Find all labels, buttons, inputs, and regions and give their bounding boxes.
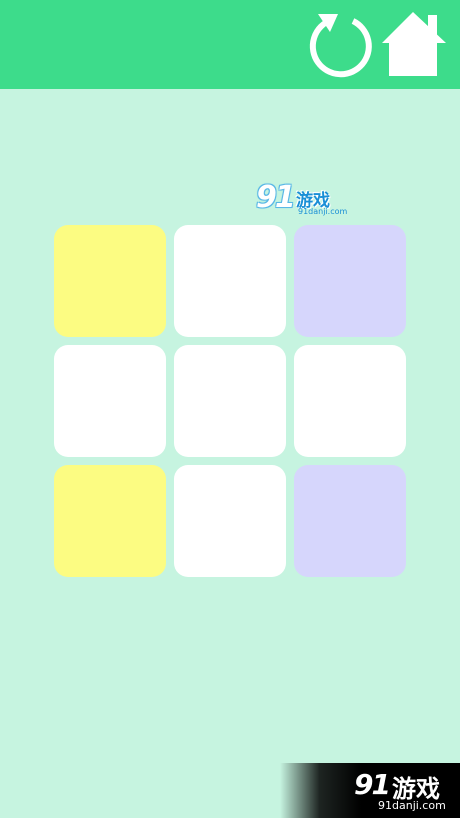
tile-r0-c2[interactable]: [294, 225, 406, 337]
top-bar: [0, 0, 460, 89]
tile-r1-c0[interactable]: [54, 345, 166, 457]
home-button[interactable]: [380, 6, 456, 82]
tile-r2-c0[interactable]: [54, 465, 166, 577]
watermark-url: 91danji.com: [298, 207, 348, 216]
watermark-bottom: 91 游戏 91danji.com: [280, 763, 460, 818]
tile-r2-c2[interactable]: [294, 465, 406, 577]
home-icon: [382, 12, 446, 76]
watermark-url: 91danji.com: [378, 799, 446, 812]
game-board: [54, 225, 406, 577]
restart-button[interactable]: [301, 6, 377, 82]
watermark-top: 91 游戏 91danji.com: [252, 180, 362, 222]
tile-r1-c2[interactable]: [294, 345, 406, 457]
tile-r0-c1[interactable]: [174, 225, 286, 337]
tile-r0-c0[interactable]: [54, 225, 166, 337]
restart-icon: [309, 14, 372, 78]
watermark-logo-number: 91: [354, 768, 391, 801]
tile-r1-c1[interactable]: [174, 345, 286, 457]
tile-r2-c1[interactable]: [174, 465, 286, 577]
watermark-logo-number: 91: [256, 180, 296, 215]
